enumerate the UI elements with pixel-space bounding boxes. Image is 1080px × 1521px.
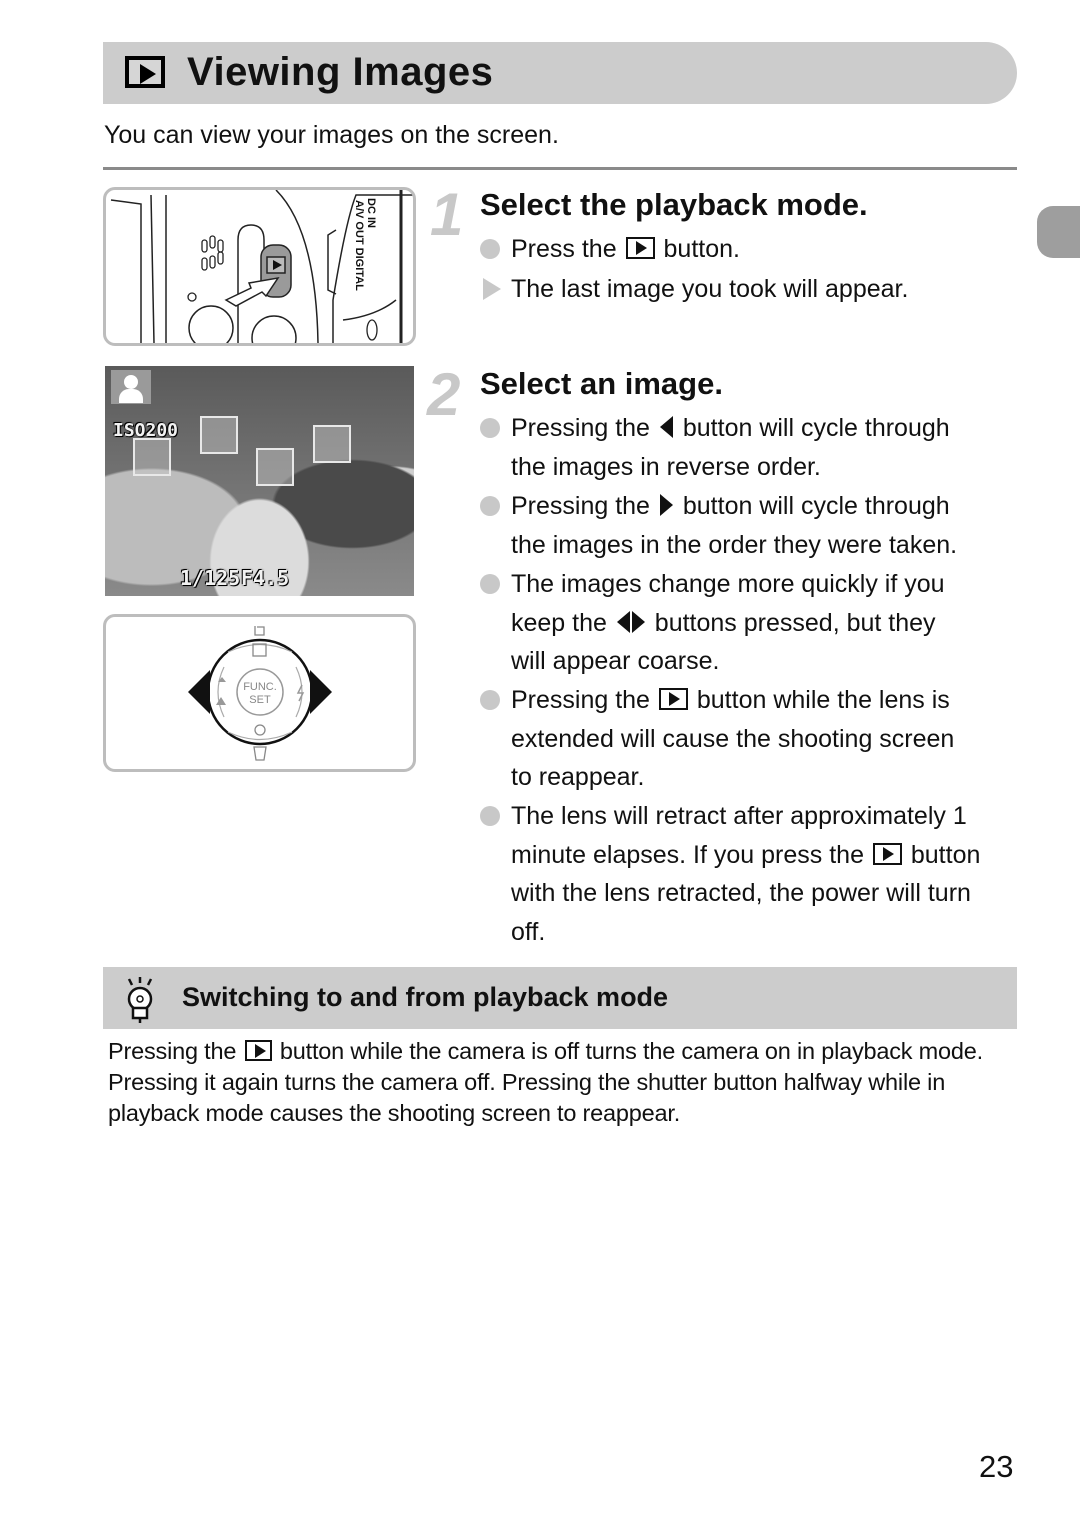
face-detect-person-icon: [111, 370, 151, 404]
divider: [103, 167, 1017, 170]
step-number-1: 1: [430, 181, 464, 248]
left-button-icon: [659, 416, 673, 438]
step-1-result: The last image you took will appear.: [480, 270, 1020, 309]
step-number-2: 2: [427, 361, 461, 428]
rotate-icon: [254, 626, 265, 636]
trash-icon: [253, 746, 267, 761]
step-2-bullet: The lens will retract after approximatel…: [480, 797, 1020, 951]
aperture-readout: F4.5: [241, 566, 290, 590]
bullet-dot-icon: [480, 574, 500, 594]
shutter-speed-readout: 1/125: [180, 566, 241, 590]
face-frame: [133, 438, 171, 476]
playback-button-icon: [658, 688, 688, 710]
bullet-dot-icon: [480, 418, 500, 438]
page-number: 23: [979, 1449, 1014, 1484]
camera-back-drawing: DC IN A/V OUT DIGITAL: [110, 190, 413, 343]
step-1-title: Select the playback mode.: [480, 187, 868, 222]
playback-button-icon: [625, 237, 655, 259]
chapter-tab: [1037, 206, 1080, 258]
tip-title: Switching to and from playback mode: [182, 982, 669, 1012]
page-title: Viewing Images: [187, 50, 494, 94]
section-title-bar: Viewing Images: [103, 42, 1017, 104]
bullet-dot-icon: [480, 239, 500, 259]
left-arrow-icon: [188, 670, 210, 714]
set-label: SET: [249, 694, 271, 706]
step-2-bullet: Pressing the button will cycle through t…: [480, 487, 1020, 564]
playback-screen-photo: ISO200 1/125 F4.5: [105, 366, 414, 596]
tip-body: Pressing the button while the camera is …: [108, 1038, 983, 1126]
dc-in-label: DC IN: [365, 198, 377, 228]
step-2-bullet: Pressing the button will cycle through t…: [480, 409, 1020, 486]
bullet-dot-icon: [480, 496, 500, 516]
intro-text: You can view your images on the screen.: [104, 121, 559, 149]
playback-icon: [125, 56, 165, 88]
func-label: FUNC.: [243, 681, 277, 693]
step-2-title: Select an image.: [480, 366, 723, 401]
face-frame: [200, 416, 238, 454]
tip-header: Switching to and from playback mode: [103, 967, 1017, 1029]
camera-back-illustration: DC IN A/V OUT DIGITAL: [103, 187, 416, 346]
step-2-bullet: The images change more quickly if you ke…: [480, 565, 1020, 681]
right-arrow-icon: [310, 670, 332, 714]
lightbulb-icon: [127, 977, 153, 1023]
playback-button-icon: [244, 1040, 272, 1061]
step-2-bullet: Pressing the button while the lens is ex…: [480, 681, 1020, 797]
bullet-dot-icon: [480, 690, 500, 710]
face-frame: [256, 448, 294, 486]
control-dial-illustration: FUNC. SET: [103, 614, 416, 772]
av-out-digital-label: A/V OUT DIGITAL: [353, 200, 365, 291]
result-arrow-icon: [483, 278, 501, 300]
left-button-icon: [616, 610, 630, 633]
bullet-dot-icon: [480, 806, 500, 826]
playback-button-icon: [872, 842, 902, 865]
face-frame: [313, 425, 351, 463]
right-button-icon: [659, 494, 673, 516]
right-button-icon: [631, 610, 645, 633]
step-1-bullet: Press the button.: [480, 230, 1020, 269]
control-dial-drawing: FUNC. SET: [188, 626, 332, 761]
